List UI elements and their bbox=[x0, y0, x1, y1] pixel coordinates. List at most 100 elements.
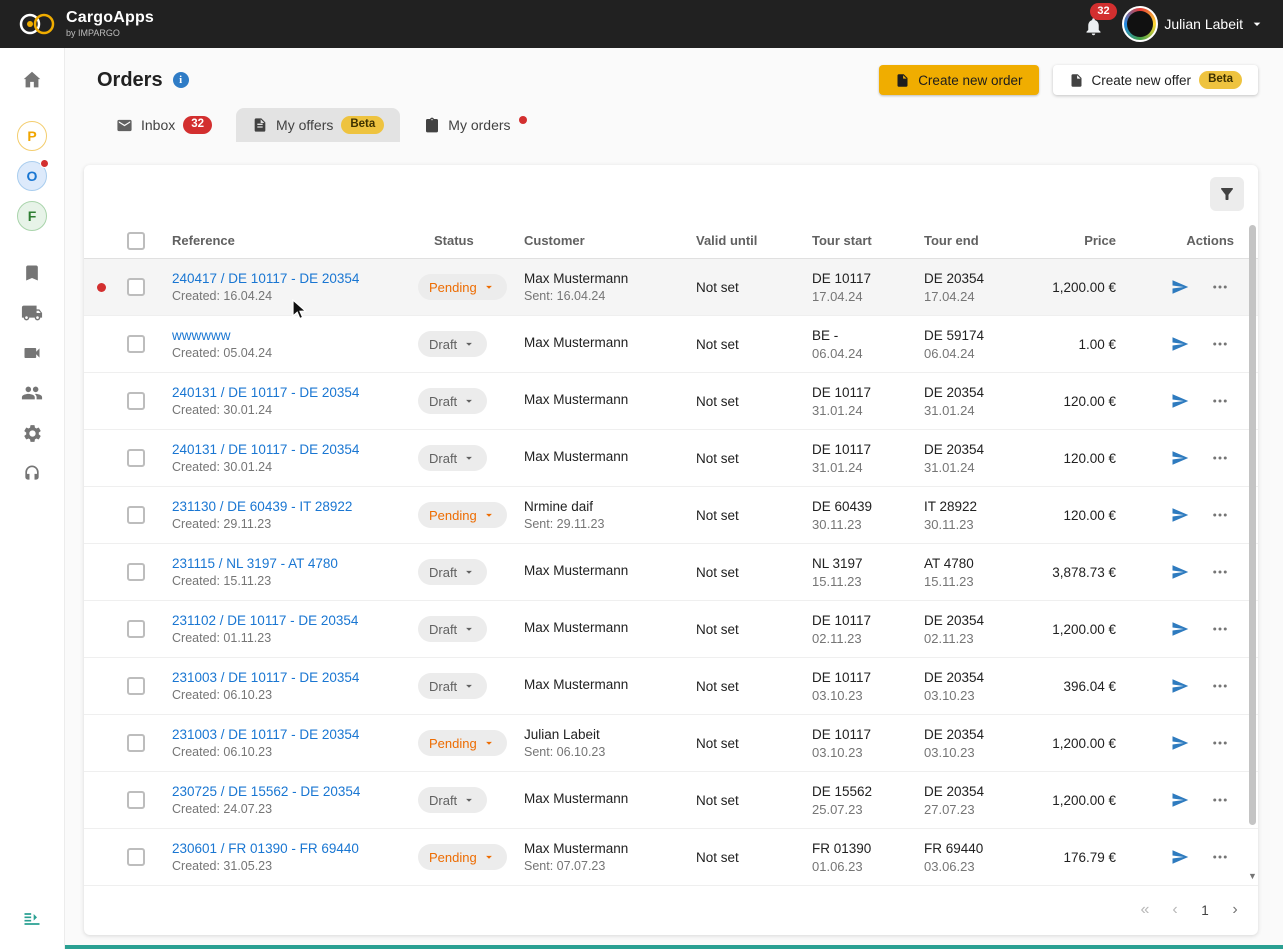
prev-page-button[interactable]: ‹ bbox=[1162, 897, 1188, 923]
row-checkbox[interactable] bbox=[127, 848, 145, 866]
more-actions-button[interactable] bbox=[1206, 444, 1234, 472]
row-checkbox[interactable] bbox=[127, 734, 145, 752]
more-actions-button[interactable] bbox=[1206, 273, 1234, 301]
status-chip[interactable]: Draft bbox=[418, 616, 488, 642]
send-offer-button[interactable] bbox=[1166, 672, 1194, 700]
table-row: 240131 / DE 10117 - DE 20354 Created: 30… bbox=[84, 373, 1258, 430]
select-all-checkbox[interactable] bbox=[127, 231, 145, 250]
more-actions-button[interactable] bbox=[1206, 729, 1234, 757]
column-header-tour-end[interactable]: Tour end bbox=[910, 233, 1016, 248]
more-actions-button[interactable] bbox=[1206, 387, 1234, 415]
row-checkbox[interactable] bbox=[127, 620, 145, 638]
reference-link[interactable]: 231102 / DE 10117 - DE 20354 bbox=[172, 613, 418, 628]
more-actions-button[interactable] bbox=[1206, 615, 1234, 643]
column-header-status[interactable]: Status bbox=[418, 233, 514, 248]
more-actions-button[interactable] bbox=[1206, 786, 1234, 814]
sidebar-item-home[interactable] bbox=[12, 60, 52, 100]
column-header-price[interactable]: Price bbox=[1016, 233, 1116, 248]
status-chip[interactable]: Pending bbox=[418, 502, 507, 528]
scrollbar-thumb[interactable] bbox=[1249, 225, 1256, 825]
column-header-customer[interactable]: Customer bbox=[514, 233, 686, 248]
collapse-sidebar-button[interactable] bbox=[12, 899, 52, 939]
tour-end-location: DE 20354 bbox=[924, 612, 985, 628]
chevron-down-icon bbox=[485, 513, 492, 517]
sidebar-item-workspace-p[interactable]: P bbox=[12, 116, 52, 156]
scrollbar-down-arrow[interactable]: ▼ bbox=[1248, 871, 1257, 881]
tab-my-orders[interactable]: My orders bbox=[408, 108, 542, 142]
reference-link[interactable]: 240131 / DE 10117 - DE 20354 bbox=[172, 385, 418, 400]
row-checkbox[interactable] bbox=[127, 278, 145, 296]
send-offer-button[interactable] bbox=[1166, 786, 1194, 814]
sidebar-item-shipments[interactable] bbox=[12, 293, 52, 333]
reference-link[interactable]: 230601 / FR 01390 - FR 69440 bbox=[172, 841, 418, 856]
first-page-button[interactable]: « bbox=[1132, 897, 1158, 923]
status-chip[interactable]: Draft bbox=[418, 388, 488, 414]
chevron-down-icon bbox=[466, 627, 473, 631]
brand-name: CargoApps bbox=[66, 9, 155, 26]
sidebar-item-workspace-o[interactable]: O bbox=[12, 156, 52, 196]
create-new-offer-button[interactable]: Create new offer Beta bbox=[1052, 65, 1258, 95]
reference-link[interactable]: 231003 / DE 10117 - DE 20354 bbox=[172, 727, 418, 742]
reference-link[interactable]: 230725 / DE 15562 - DE 20354 bbox=[172, 784, 418, 799]
more-horizontal-icon bbox=[1213, 855, 1227, 859]
sidebar-item-tracking[interactable] bbox=[12, 333, 52, 373]
reference-link[interactable]: 240131 / DE 10117 - DE 20354 bbox=[172, 442, 418, 457]
send-offer-button[interactable] bbox=[1166, 558, 1194, 586]
valid-until-value: Not set bbox=[696, 678, 739, 694]
status-chip[interactable]: Pending bbox=[418, 844, 507, 870]
sidebar-item-contacts[interactable] bbox=[12, 373, 52, 413]
send-offer-button[interactable] bbox=[1166, 444, 1194, 472]
send-offer-button[interactable] bbox=[1166, 729, 1194, 757]
status-chip[interactable]: Draft bbox=[418, 673, 488, 699]
row-checkbox[interactable] bbox=[127, 563, 145, 581]
row-checkbox[interactable] bbox=[127, 392, 145, 410]
row-checkbox[interactable] bbox=[127, 335, 145, 353]
sidebar-item-settings[interactable] bbox=[12, 413, 52, 453]
next-page-button[interactable]: › bbox=[1222, 897, 1248, 923]
reference-link[interactable]: 231115 / NL 3197 - AT 4780 bbox=[172, 556, 418, 571]
status-chip[interactable]: Draft bbox=[418, 331, 488, 357]
filter-button[interactable] bbox=[1210, 177, 1244, 211]
status-chip[interactable]: Draft bbox=[418, 787, 488, 813]
create-new-order-button[interactable]: Create new order bbox=[879, 65, 1039, 95]
column-header-reference[interactable]: Reference bbox=[162, 233, 418, 248]
send-offer-button[interactable] bbox=[1166, 615, 1194, 643]
row-checkbox[interactable] bbox=[127, 791, 145, 809]
scrollbar[interactable]: ▼ bbox=[1248, 225, 1257, 883]
status-chip[interactable]: Draft bbox=[418, 445, 488, 471]
tab-my-offers[interactable]: My offers Beta bbox=[236, 108, 401, 142]
sidebar: P O F bbox=[0, 48, 65, 949]
more-actions-button[interactable] bbox=[1206, 843, 1234, 871]
column-header-tour-start[interactable]: Tour start bbox=[798, 233, 910, 248]
send-offer-button[interactable] bbox=[1166, 273, 1194, 301]
send-icon bbox=[1172, 679, 1189, 693]
more-actions-button[interactable] bbox=[1206, 672, 1234, 700]
customer-name: Julian Labeit bbox=[524, 727, 600, 742]
more-actions-button[interactable] bbox=[1206, 558, 1234, 586]
sidebar-item-workspace-f[interactable]: F bbox=[12, 196, 52, 236]
status-label: Pending bbox=[429, 849, 477, 865]
row-checkbox[interactable] bbox=[127, 506, 145, 524]
column-header-valid-until[interactable]: Valid until bbox=[686, 233, 798, 248]
send-offer-button[interactable] bbox=[1166, 501, 1194, 529]
reference-link[interactable]: 231130 / DE 60439 - IT 28922 bbox=[172, 499, 418, 514]
row-checkbox[interactable] bbox=[127, 677, 145, 695]
sidebar-item-bookmarks[interactable] bbox=[12, 253, 52, 293]
status-chip[interactable]: Draft bbox=[418, 559, 488, 585]
send-offer-button[interactable] bbox=[1166, 330, 1194, 358]
user-menu[interactable]: Julian Labeit bbox=[1122, 6, 1265, 42]
reference-link[interactable]: 231003 / DE 10117 - DE 20354 bbox=[172, 670, 418, 685]
notifications-button[interactable]: 32 bbox=[1080, 3, 1117, 37]
reference-link[interactable]: wwwwww bbox=[172, 328, 418, 343]
info-icon[interactable]: i bbox=[172, 72, 189, 88]
row-checkbox[interactable] bbox=[127, 449, 145, 467]
send-offer-button[interactable] bbox=[1166, 387, 1194, 415]
more-actions-button[interactable] bbox=[1206, 501, 1234, 529]
more-actions-button[interactable] bbox=[1206, 330, 1234, 358]
send-offer-button[interactable] bbox=[1166, 843, 1194, 871]
status-chip[interactable]: Pending bbox=[418, 274, 507, 300]
status-chip[interactable]: Pending bbox=[418, 730, 507, 756]
reference-link[interactable]: 240417 / DE 10117 - DE 20354 bbox=[172, 271, 418, 286]
sidebar-item-support[interactable] bbox=[12, 453, 52, 493]
tab-inbox[interactable]: Inbox 32 bbox=[100, 108, 228, 142]
